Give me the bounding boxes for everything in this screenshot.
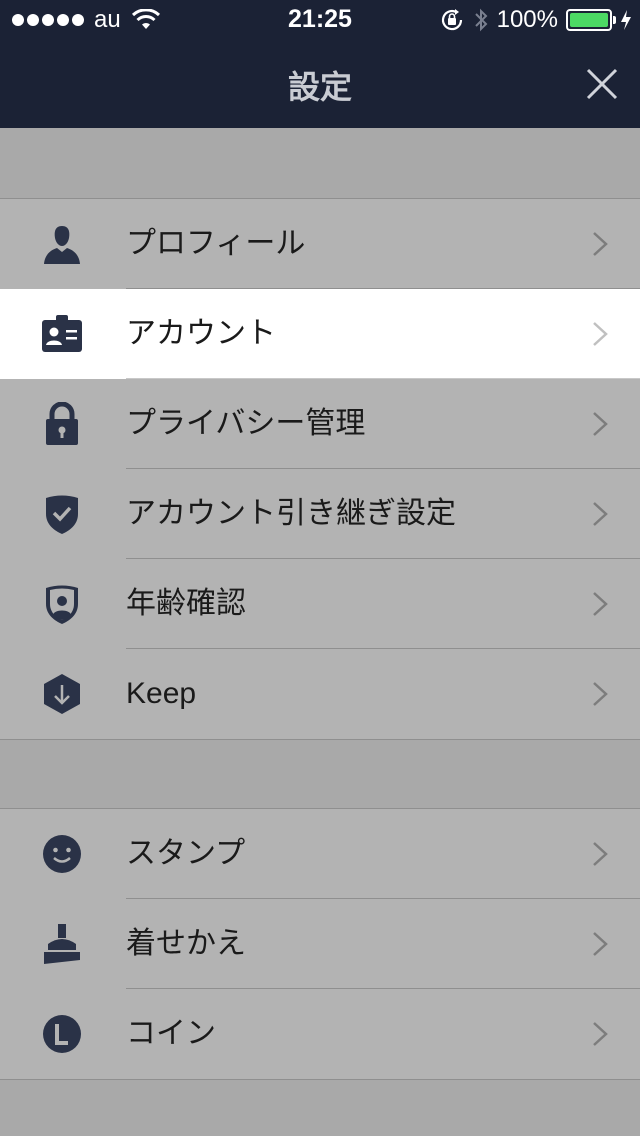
person-icon [44,226,80,264]
settings-item-label: スタンプ [126,836,246,871]
settings-item-label: アカウント引き継ぎ設定 [126,496,456,531]
shield-check-icon [46,495,78,534]
lock-icon [46,402,78,445]
brush-icon [44,924,80,964]
orientation-lock-icon [441,9,462,31]
settings-screen: au 21:25 100% 設定 プロフィール アカウント プライバシー管理 ア… [0,0,640,1136]
settings-item-privacy[interactable]: プライバシー管理 [0,379,640,469]
settings-item-account-transfer[interactable]: アカウント引き継ぎ設定 [0,469,640,559]
settings-item-label: 年齢確認 [126,586,246,621]
charging-bolt-icon [621,10,631,30]
settings-item-keep[interactable]: Keep [0,649,640,739]
settings-item-label: プロフィール [126,226,306,261]
settings-item-age-verification[interactable]: 年齢確認 [0,559,640,649]
chevron-right-icon [593,412,608,436]
battery-icon [566,9,616,31]
settings-item-themes[interactable]: 着せかえ [0,899,640,989]
settings-item-label: アカウント [126,316,276,351]
coin-icon [43,1015,81,1053]
settings-item-label: Keep [126,677,197,710]
chevron-right-icon [593,232,608,256]
status-bar: au 21:25 100% [0,0,640,40]
chevron-right-icon [593,842,608,866]
settings-section-account: プロフィール アカウント プライバシー管理 アカウント引き継ぎ設定 年齢確認 K… [0,198,640,740]
smiley-icon [43,835,81,873]
chevron-right-icon [593,932,608,956]
settings-item-label: 着せかえ [126,926,246,961]
top-bar: au 21:25 100% 設定 [0,0,640,128]
id-card-icon [42,315,82,352]
settings-item-coins[interactable]: コイン [0,989,640,1079]
chevron-right-icon [593,682,608,706]
settings-item-account[interactable]: アカウント [0,289,640,379]
chevron-right-icon [593,1022,608,1046]
settings-item-label: コイン [126,1016,216,1051]
chevron-right-icon [593,502,608,526]
bluetooth-icon [474,8,488,32]
page-title: 設定 [287,68,352,106]
chevron-right-icon [593,322,608,346]
chevron-right-icon [593,592,608,616]
settings-item-label: プライバシー管理 [126,406,366,441]
settings-item-profile[interactable]: プロフィール [0,199,640,289]
keep-download-icon [44,674,80,714]
settings-item-stickers[interactable]: スタンプ [0,809,640,899]
shield-person-icon [46,585,78,624]
close-icon[interactable] [582,64,622,104]
battery-percentage: 100% [496,6,558,33]
settings-section-content: スタンプ 着せかえ コイン [0,808,640,1080]
